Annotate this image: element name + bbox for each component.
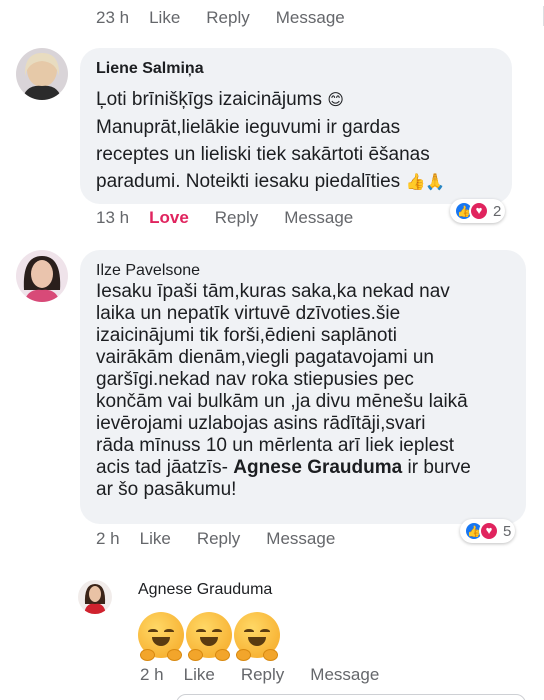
- comment-line: laika un nepatīk virtuvē dzīvoties.šie: [96, 303, 401, 324]
- comment-actions: 13 h Love Reply Message: [96, 208, 379, 228]
- like-button[interactable]: Like: [140, 529, 171, 549]
- comment-line: rāda mīnuss 10 un mērlenta arī liek iepl…: [96, 435, 455, 456]
- reply-author[interactable]: Agnese Grauduma: [138, 581, 272, 599]
- love-button[interactable]: Love: [149, 208, 189, 228]
- comment-line: Manuprāt,lielākie ieguvumi ir gardas: [96, 117, 401, 138]
- love-icon: ♥: [479, 521, 499, 541]
- hugging-face-emoji: [186, 612, 232, 661]
- timestamp: 2 h: [96, 529, 120, 548]
- avatar[interactable]: [16, 250, 68, 302]
- avatar[interactable]: [78, 580, 112, 614]
- hugging-face-emoji: [234, 612, 280, 661]
- reply-input[interactable]: [176, 694, 526, 700]
- like-button[interactable]: Like: [184, 665, 215, 685]
- comment-actions-top: 23 h Like Reply Message: [96, 8, 371, 28]
- love-icon: ♥: [469, 201, 489, 221]
- message-button[interactable]: Message: [310, 665, 379, 685]
- thumbs-up-pray-emoji: 👍🙏: [405, 174, 446, 191]
- comment-line: vairākām dienām,viegli pagatavojami un: [96, 347, 434, 368]
- comment-line: Iesaku īpaši tām,kuras saka,ka nekad nav: [96, 281, 450, 302]
- message-button[interactable]: Message: [266, 529, 335, 549]
- comment-line: ievērojami uzlabojas asins rādītāji,svar…: [96, 413, 426, 434]
- avatar-photo: [16, 48, 68, 100]
- comment-line: ir burve: [407, 457, 471, 478]
- hugging-face-emoji: [138, 612, 184, 661]
- reaction-count: 2: [493, 202, 502, 220]
- comment-line: garšīgi.nekad nav roka stiepusies pec: [96, 369, 414, 390]
- comment-line: receptes un lieliski tiek sakārtoti ēšan…: [96, 144, 430, 165]
- reply-button[interactable]: Reply: [206, 8, 249, 28]
- comment-text: Ļoti brīnišķīgs izaicinājums 😊 Manuprāt,…: [96, 86, 445, 196]
- comment-author[interactable]: Liene Salmiņa: [96, 60, 204, 78]
- timestamp: 13 h: [96, 208, 130, 227]
- message-button[interactable]: Message: [284, 208, 353, 228]
- comment-actions: 2 h Like Reply Message: [96, 529, 361, 549]
- mention-link[interactable]: Agnese Grauduma: [233, 457, 402, 478]
- comment-line: paradumi. Noteikti iesaku piedalīties: [96, 171, 401, 192]
- reaction-count: 5: [503, 522, 512, 540]
- comment-line: Ļoti brīnišķīgs izaicinājums: [96, 89, 322, 110]
- comment-text: Iesaku īpaši tām,kuras saka,ka nekad nav…: [96, 281, 471, 501]
- reply-button[interactable]: Reply: [241, 665, 284, 685]
- avatar[interactable]: [16, 48, 68, 100]
- reply-actions: 2 h Like Reply Message: [140, 665, 405, 685]
- reply-button[interactable]: Reply: [197, 529, 240, 549]
- comment-author[interactable]: Ilze Pavelsone: [96, 262, 200, 280]
- like-button[interactable]: Like: [149, 8, 180, 28]
- comment-line: končām vai bulkām un ,ja divu mēnešu lai…: [96, 391, 468, 412]
- timestamp: 2 h: [140, 665, 164, 684]
- comment-line: ar šo pasākumu!: [96, 479, 237, 500]
- reaction-summary[interactable]: 👍 ♥ 2: [450, 199, 506, 223]
- reply-button[interactable]: Reply: [215, 208, 258, 228]
- smiling-face-emoji: 😊: [327, 92, 344, 109]
- avatar-photo: [78, 580, 112, 614]
- message-button[interactable]: Message: [276, 8, 345, 28]
- reaction-summary[interactable]: 👍 ♥ 5: [460, 519, 516, 543]
- comment-line: acis tad jāatzīs-: [96, 457, 228, 478]
- comment-line: izaicinājumi tik forši,ēdieni saplānoti: [96, 325, 397, 346]
- avatar-photo: [16, 250, 68, 302]
- emoji-reply: [138, 612, 282, 661]
- timestamp: 23 h: [96, 8, 130, 27]
